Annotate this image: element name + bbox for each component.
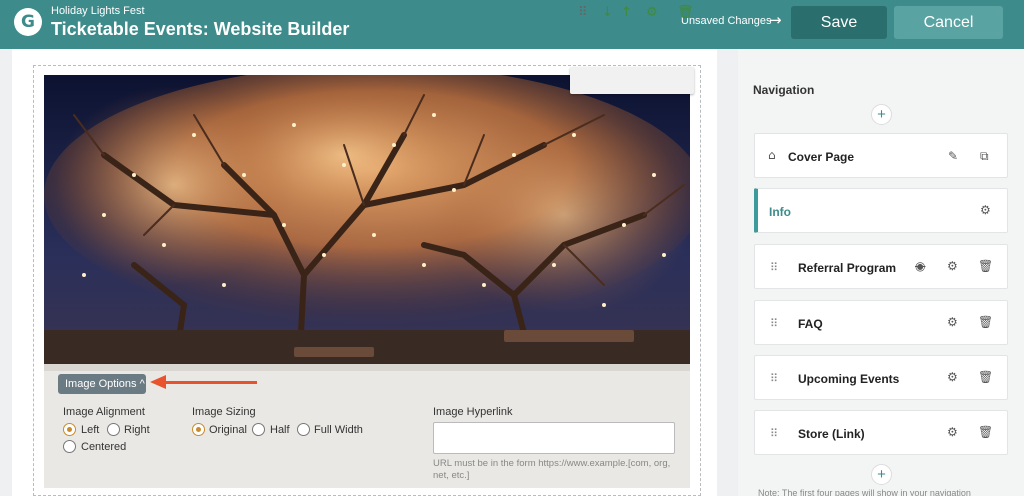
- gear-icon[interactable]: ⚙: [646, 5, 658, 20]
- nav-item-upcoming-events[interactable]: ⠿ Upcoming Events ⚙ 🗑: [754, 355, 1008, 400]
- annotation-arrow-head: [150, 375, 166, 389]
- add-page-button-bottom[interactable]: +: [871, 464, 892, 485]
- sizing-original-label: Original: [209, 424, 247, 436]
- navigation-footer-note: Note: The first four pages will show in …: [758, 488, 971, 496]
- alignment-left-radio[interactable]: [63, 423, 76, 436]
- eye-off-icon[interactable]: ◉: [915, 259, 925, 273]
- drag-handle-icon[interactable]: ⠿: [770, 372, 778, 385]
- drag-handle-icon[interactable]: ⠿: [770, 261, 778, 274]
- home-icon: ⌂: [768, 148, 776, 162]
- trash-icon[interactable]: 🗑: [978, 259, 993, 273]
- image-hyperlink-input[interactable]: [433, 422, 675, 454]
- nav-item-label: Cover Page: [788, 150, 855, 164]
- sizing-half-radio[interactable]: [252, 423, 265, 436]
- arrow-down-icon[interactable]: ↓: [602, 5, 613, 20]
- gear-icon[interactable]: ⚙: [980, 203, 991, 217]
- arrow-up-icon[interactable]: ↑: [621, 5, 632, 20]
- app-logo: G: [14, 8, 42, 36]
- gear-icon[interactable]: ⚙: [947, 315, 958, 329]
- nav-item-cover-page[interactable]: ⌂ Cover Page ✎ ⧉: [754, 133, 1008, 178]
- gear-icon[interactable]: ⚙: [947, 425, 958, 439]
- save-button[interactable]: Save: [791, 6, 887, 39]
- trash-icon[interactable]: 🗑: [677, 5, 694, 20]
- block-image[interactable]: [44, 75, 690, 371]
- page-title: Ticketable Events: Website Builder: [51, 19, 350, 39]
- drag-handle-icon[interactable]: ⠿: [770, 317, 778, 330]
- image-alignment-label: Image Alignment: [63, 406, 145, 418]
- tree-lights-photo: [44, 75, 690, 371]
- annotation-arrow-line: [165, 381, 257, 384]
- nav-item-store-link[interactable]: ⠿ Store (Link) ⚙ 🗑: [754, 410, 1008, 455]
- sizing-original-radio[interactable]: [192, 423, 205, 436]
- external-link-icon[interactable]: ⧉: [980, 149, 989, 164]
- nav-item-faq[interactable]: ⠿ FAQ ⚙ 🗑: [754, 300, 1008, 345]
- hyperlink-hint: URL must be in the form https://www.exam…: [433, 458, 671, 481]
- nav-item-label: Info: [769, 205, 791, 219]
- trash-icon[interactable]: 🗑: [978, 370, 993, 384]
- nav-item-label: FAQ: [798, 317, 823, 331]
- nav-item-referral-program[interactable]: ⠿ Referral Program ◉ ⚙ 🗑: [754, 244, 1008, 289]
- sizing-full-width-label: Full Width: [314, 424, 363, 436]
- alignment-centered-label: Centered: [81, 441, 127, 453]
- add-page-button-top[interactable]: +: [871, 104, 892, 125]
- gear-icon[interactable]: ⚙: [947, 370, 958, 384]
- nav-item-label: Store (Link): [798, 427, 865, 441]
- sizing-half-label: Half: [270, 424, 290, 436]
- navigation-title: Navigation: [753, 83, 815, 97]
- alignment-right-label: Right: [124, 424, 150, 436]
- organization-name: Holiday Lights Fest: [51, 5, 145, 17]
- grip-icon[interactable]: ⠿: [578, 5, 588, 20]
- alignment-centered-radio[interactable]: [63, 440, 76, 453]
- nav-item-label: Referral Program: [798, 261, 897, 275]
- alignment-right-radio[interactable]: [107, 423, 120, 436]
- image-hyperlink-label: Image Hyperlink: [433, 406, 513, 418]
- arrow-right-icon: →: [769, 11, 782, 29]
- sizing-full-width-radio[interactable]: [297, 423, 310, 436]
- nav-item-label: Upcoming Events: [798, 372, 900, 386]
- cancel-button[interactable]: Cancel: [894, 6, 1003, 39]
- nav-item-info[interactable]: Info ⚙: [754, 188, 1008, 233]
- gear-icon[interactable]: ⚙: [947, 259, 958, 273]
- image-options-toggle[interactable]: Image Options ^: [58, 374, 146, 394]
- image-sizing-label: Image Sizing: [192, 406, 256, 418]
- drag-handle-icon[interactable]: ⠿: [770, 427, 778, 440]
- edit-icon[interactable]: ✎: [948, 149, 958, 163]
- trash-icon[interactable]: 🗑: [978, 315, 993, 329]
- trash-icon[interactable]: 🗑: [978, 425, 993, 439]
- block-toolbar: [570, 67, 694, 94]
- unsaved-changes-label: Unsaved Changes: [681, 15, 772, 27]
- alignment-left-label: Left: [81, 424, 100, 436]
